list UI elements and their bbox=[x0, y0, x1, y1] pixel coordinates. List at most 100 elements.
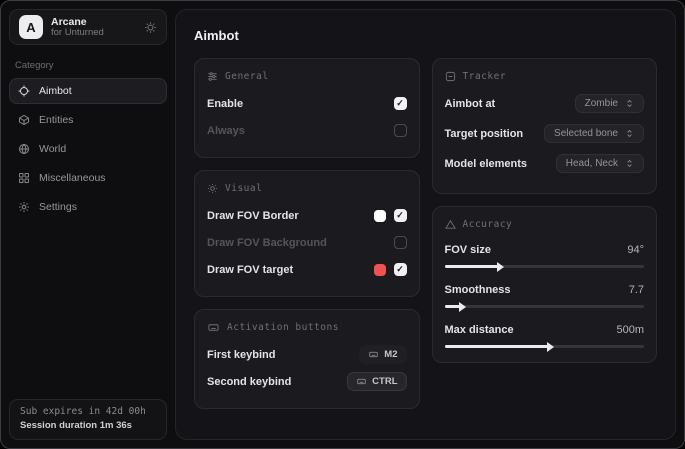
keybind-value: M2 bbox=[384, 349, 397, 360]
setting-label: Second keybind bbox=[207, 376, 291, 388]
sliders-icon bbox=[207, 71, 218, 82]
right-column: Tracker Aimbot at Zombie bbox=[432, 58, 658, 375]
sidebar-item-miscellaneous[interactable]: Miscellaneous bbox=[9, 165, 167, 191]
fov-target-checkbox[interactable] bbox=[394, 263, 407, 276]
brand-card: A Arcane for Unturned bbox=[9, 9, 167, 45]
fov-border-checkbox[interactable] bbox=[394, 209, 407, 222]
sidebar-item-settings[interactable]: Settings bbox=[9, 194, 167, 220]
slider-fill bbox=[445, 345, 549, 348]
color-swatch[interactable] bbox=[374, 210, 386, 222]
setting-label: Draw FOV Border bbox=[207, 210, 299, 222]
category-label: Category bbox=[15, 60, 161, 71]
aimbot-at-select[interactable]: Zombie bbox=[575, 94, 644, 113]
smoothness-slider[interactable] bbox=[445, 305, 645, 308]
setting-label: Target position bbox=[445, 128, 524, 140]
sub-expiry-text: Sub expires in 42d 00h bbox=[20, 405, 156, 419]
max-distance-slider[interactable] bbox=[445, 345, 645, 348]
keybind-value: CTRL bbox=[372, 376, 397, 387]
brand-subtitle: for Unturned bbox=[51, 28, 104, 39]
slider-label: FOV size bbox=[445, 244, 491, 256]
always-checkbox[interactable] bbox=[394, 124, 407, 137]
sidebar-item-entities[interactable]: Entities bbox=[9, 107, 167, 133]
sidebar-item-label: Miscellaneous bbox=[39, 172, 106, 184]
setting-row-target-position: Target position Selected bone bbox=[445, 123, 645, 144]
globe-icon bbox=[18, 143, 30, 155]
setting-label: Enable bbox=[207, 98, 243, 110]
section-title: Tracker bbox=[463, 71, 507, 82]
fov-size-slider[interactable] bbox=[445, 265, 645, 268]
setting-row-second-keybind: Second keybind CTRL bbox=[207, 371, 407, 392]
setting-row-first-keybind: First keybind M2 bbox=[207, 344, 407, 365]
visual-card: Visual Draw FOV Border Draw FOV Backgrou… bbox=[194, 170, 420, 297]
triangle-icon bbox=[445, 219, 456, 230]
slider-fill bbox=[445, 265, 499, 268]
crosshair-icon bbox=[18, 85, 30, 97]
setting-label: First keybind bbox=[207, 349, 275, 361]
brand-name: Arcane bbox=[51, 16, 104, 28]
second-keybind-button[interactable]: CTRL bbox=[347, 372, 406, 391]
sidebar-item-label: World bbox=[39, 143, 66, 155]
gear-icon bbox=[18, 201, 30, 213]
setting-label: Draw FOV target bbox=[207, 264, 293, 276]
setting-label: Model elements bbox=[445, 158, 528, 170]
sidebar: A Arcane for Unturned Category Aimbot bbox=[1, 1, 175, 448]
brand-text: Arcane for Unturned bbox=[51, 16, 104, 39]
fov-size-slider-group: FOV size 94° bbox=[445, 241, 645, 268]
main-panel: Aimbot General Enable bbox=[175, 9, 676, 440]
setting-row-aimbot-at: Aimbot at Zombie bbox=[445, 93, 645, 114]
slider-thumb[interactable] bbox=[497, 262, 504, 272]
select-value: Head, Neck bbox=[566, 158, 618, 169]
sidebar-item-aimbot[interactable]: Aimbot bbox=[9, 78, 167, 104]
section-title: General bbox=[225, 71, 269, 82]
chevrons-up-down-icon bbox=[625, 158, 634, 169]
setting-label: Always bbox=[207, 125, 245, 137]
setting-label: Draw FOV Background bbox=[207, 237, 327, 249]
keyboard-icon bbox=[368, 350, 379, 359]
chevrons-up-down-icon bbox=[625, 128, 634, 139]
activation-card: Activation buttons First keybind M2 bbox=[194, 309, 420, 409]
color-swatch[interactable] bbox=[374, 264, 386, 276]
target-position-select[interactable]: Selected bone bbox=[544, 124, 644, 143]
slider-value: 500m bbox=[616, 324, 644, 336]
left-column: General Enable Always bbox=[194, 58, 420, 421]
subscription-status: Sub expires in 42d 00h Session duration … bbox=[9, 399, 167, 441]
app-window: A Arcane for Unturned Category Aimbot bbox=[0, 0, 685, 449]
session-duration-text: Session duration 1m 36s bbox=[20, 419, 156, 433]
sidebar-item-label: Settings bbox=[39, 201, 77, 213]
minus-square-icon bbox=[445, 71, 456, 82]
tracker-card: Tracker Aimbot at Zombie bbox=[432, 58, 658, 194]
max-distance-slider-group: Max distance 500m bbox=[445, 321, 645, 348]
select-value: Selected bone bbox=[554, 128, 618, 139]
model-elements-select[interactable]: Head, Neck bbox=[556, 154, 644, 173]
chevrons-up-down-icon bbox=[625, 98, 634, 109]
slider-thumb[interactable] bbox=[547, 342, 554, 352]
slider-fill bbox=[445, 305, 461, 308]
sun-icon bbox=[207, 183, 218, 194]
grid-icon bbox=[18, 172, 30, 184]
section-title: Visual bbox=[225, 183, 262, 194]
setting-label: Aimbot at bbox=[445, 98, 496, 110]
section-title: Activation buttons bbox=[227, 322, 339, 333]
slider-value: 7.7 bbox=[629, 284, 644, 296]
first-keybind-button[interactable]: M2 bbox=[359, 345, 406, 364]
sidebar-item-label: Entities bbox=[39, 114, 73, 126]
sidebar-item-label: Aimbot bbox=[39, 85, 72, 97]
keyboard-icon bbox=[207, 322, 220, 333]
cube-icon bbox=[18, 114, 30, 126]
slider-thumb[interactable] bbox=[459, 302, 466, 312]
enable-checkbox[interactable] bbox=[394, 97, 407, 110]
slider-value: 94° bbox=[627, 244, 644, 256]
select-value: Zombie bbox=[585, 98, 618, 109]
setting-row-model-elements: Model elements Head, Neck bbox=[445, 153, 645, 174]
page-title: Aimbot bbox=[194, 28, 657, 43]
sidebar-item-world[interactable]: World bbox=[9, 136, 167, 162]
setting-row-fov-target: Draw FOV target bbox=[207, 259, 407, 280]
gear-icon[interactable] bbox=[144, 21, 157, 34]
setting-row-enable: Enable bbox=[207, 93, 407, 114]
fov-background-checkbox[interactable] bbox=[394, 236, 407, 249]
setting-row-fov-background: Draw FOV Background bbox=[207, 232, 407, 253]
slider-label: Smoothness bbox=[445, 284, 511, 296]
section-title: Accuracy bbox=[463, 219, 513, 230]
accuracy-card: Accuracy FOV size 94° bbox=[432, 206, 658, 363]
keyboard-icon bbox=[356, 377, 367, 386]
